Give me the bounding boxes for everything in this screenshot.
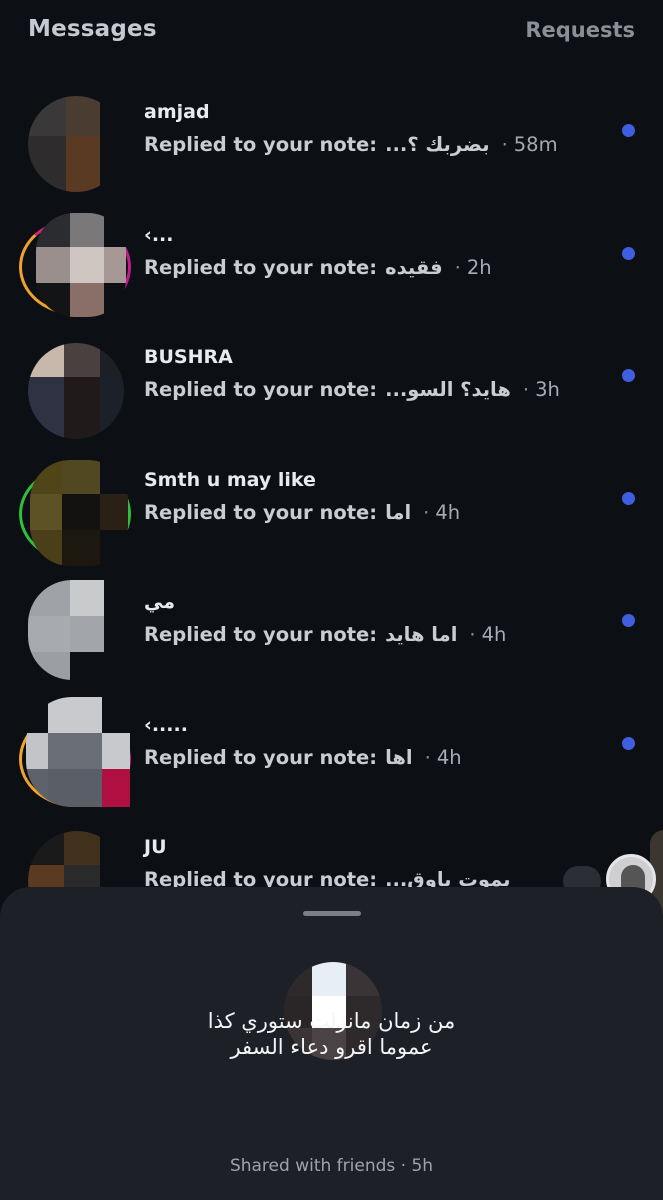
avatar[interactable] <box>18 212 131 321</box>
unread-dot-icon <box>622 614 635 627</box>
thread-row[interactable]: ‹..... Replied to your note: اها · 4h <box>0 695 663 818</box>
thread-preview: Replied to your note: اما هايد · 4h <box>144 623 507 646</box>
avatar[interactable] <box>18 94 130 198</box>
unread-dot-icon <box>622 246 635 260</box>
thread-row[interactable]: ‹... Replied to your note: فقيده · 2h <box>0 205 663 328</box>
thread-time: 58m <box>513 133 558 156</box>
thread-row[interactable]: BUSHRA Replied to your note: هايد؟ السو..… <box>0 327 663 450</box>
drag-handle-icon[interactable] <box>303 911 361 916</box>
thread-name: amjad <box>144 101 210 123</box>
thread-time: 4h <box>481 623 507 646</box>
page-title: Messages <box>28 16 157 42</box>
thread-time: 2h <box>466 255 492 279</box>
thread-preview: Replied to your note: اها · 4h <box>144 745 462 769</box>
thread-name: ‹... <box>144 223 174 246</box>
thread-name: BUSHRA <box>144 346 233 368</box>
requests-link[interactable]: Requests <box>525 18 635 42</box>
thread-row[interactable]: مي Replied to your note: اما هايد · 4h <box>0 572 663 695</box>
thread-list: amjad Replied to your note: بضربك ؟... · 58… <box>0 82 663 940</box>
thread-time: 3h <box>535 378 560 401</box>
avatar[interactable] <box>18 696 131 811</box>
thread-preview: Replied to your note: اما · 4h <box>144 500 461 524</box>
thread-name: مي <box>144 591 175 613</box>
header: Messages Requests <box>0 0 663 66</box>
unread-dot-icon <box>622 369 635 382</box>
avatar[interactable] <box>18 459 131 566</box>
unread-dot-icon <box>622 124 635 137</box>
thread-row[interactable]: amjad Replied to your note: بضربك ؟... · 58… <box>0 82 663 205</box>
thread-time: 4h <box>436 745 462 769</box>
note-meta: Shared with friends · 5h <box>229 1156 434 1176</box>
thread-name: JU <box>144 836 167 858</box>
avatar[interactable] <box>18 339 130 443</box>
thread-preview: Replied to your note: هايد؟ السو... · 3h <box>144 378 560 401</box>
note-text: من زمان مانزلت ستوري كذا عموما اقرو دعاء… <box>207 1009 456 1059</box>
unread-dot-icon <box>622 736 635 750</box>
thread-row[interactable]: Smth u may like Replied to your note: اما… <box>0 450 663 573</box>
thread-time: 4h <box>435 500 461 524</box>
thread-name: Smth u may like <box>144 468 316 491</box>
thread-preview: Replied to your note: بضربك ؟... · 58m <box>144 133 558 156</box>
thread-preview: Replied to your note: فقيده · 2h <box>144 255 492 279</box>
avatar[interactable] <box>18 580 130 688</box>
unread-dot-icon <box>622 491 635 505</box>
thread-name: ‹..... <box>144 713 188 736</box>
